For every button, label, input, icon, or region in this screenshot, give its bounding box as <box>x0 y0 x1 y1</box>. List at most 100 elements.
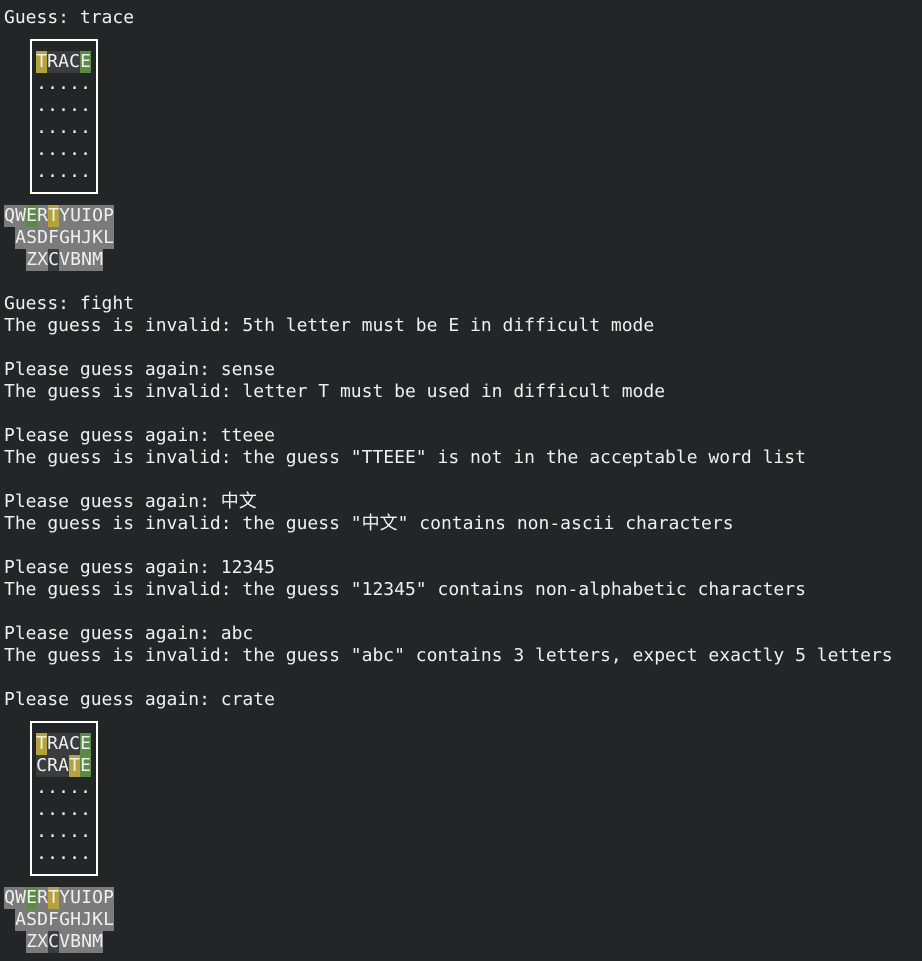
letter-tile: T <box>69 755 80 777</box>
empty-cell: . <box>58 843 69 864</box>
keyboard-key-q: Q <box>4 887 15 909</box>
prompt-line: Please guess again: 中文 <box>4 491 257 512</box>
error-line: The guess is invalid: the guess "中文" con… <box>4 513 734 534</box>
keyboard-key-t: T <box>48 887 59 909</box>
empty-cell: . <box>47 117 58 138</box>
empty-cell: . <box>47 139 58 160</box>
empty-cell: . <box>58 161 69 182</box>
keyboard-key-q: Q <box>4 205 15 227</box>
letter-tile: T <box>36 733 47 755</box>
keyboard-key-z: Z <box>26 931 37 953</box>
letter-tile: A <box>58 51 69 73</box>
empty-cell: . <box>69 95 80 116</box>
board-row: CRATE <box>36 755 91 777</box>
keyboard-key-k: K <box>92 227 103 249</box>
prompt-line: Please guess again: sense <box>4 359 275 380</box>
wordle-board: TRACE CRATE ..... ..... ..... ..... <box>30 721 98 876</box>
guess-line: Guess: fight <box>4 293 135 314</box>
empty-cell: . <box>69 161 80 182</box>
empty-cell: . <box>80 161 91 182</box>
keyboard-key-u: U <box>70 887 81 909</box>
keyboard-row: QWERTYUIOP <box>4 205 114 227</box>
keyboard-key-g: G <box>59 227 70 249</box>
empty-cell: . <box>47 73 58 94</box>
keyboard-key-k: K <box>92 909 103 931</box>
letter-tile: A <box>58 755 69 777</box>
wordle-board: TRACE ..... ..... ..... ..... ..... <box>30 39 98 194</box>
error-line: The guess is invalid: the guess "TTEEE" … <box>4 447 806 468</box>
keyboard-key-h: H <box>70 227 81 249</box>
keyboard-key-n: N <box>81 931 92 953</box>
empty-cell: . <box>80 821 91 842</box>
letter-tile: A <box>58 733 69 755</box>
empty-cell: . <box>58 799 69 820</box>
keyboard-key-d: D <box>37 909 48 931</box>
keyboard-key-x: X <box>37 249 48 271</box>
board-row: ..... <box>36 95 91 117</box>
board-row: ..... <box>36 139 91 161</box>
letter-tile: E <box>80 755 91 777</box>
keyboard-key-i: I <box>81 887 92 909</box>
empty-cell: . <box>80 139 91 160</box>
keyboard-key-r: R <box>37 205 48 227</box>
empty-cell: . <box>69 73 80 94</box>
keyboard-key-z: Z <box>26 249 37 271</box>
empty-cell: . <box>47 161 58 182</box>
keyboard-key-v: V <box>59 249 70 271</box>
empty-cell: . <box>80 95 91 116</box>
keyboard-key-l: L <box>103 227 114 249</box>
keyboard-key-s: S <box>26 227 37 249</box>
prompt-line: Please guess again: crate <box>4 689 275 710</box>
keyboard-key-l: L <box>103 909 114 931</box>
empty-cell: . <box>69 799 80 820</box>
guess-line: Guess: trace <box>4 7 135 28</box>
board-row: TRACE <box>36 51 91 73</box>
error-line: The guess is invalid: 5th letter must be… <box>4 315 655 336</box>
error-line: The guess is invalid: the guess "12345" … <box>4 579 806 600</box>
empty-cell: . <box>80 777 91 798</box>
board-row: ..... <box>36 73 91 95</box>
empty-cell: . <box>69 821 80 842</box>
letter-tile: R <box>47 755 58 777</box>
empty-cell: . <box>36 161 47 182</box>
keyboard-key-v: V <box>59 931 70 953</box>
keyboard-key-i: I <box>81 205 92 227</box>
empty-cell: . <box>80 799 91 820</box>
keyboard-key-y: Y <box>59 205 70 227</box>
keyboard-key-w: W <box>15 205 26 227</box>
keyboard-row: ZXCVBNM <box>26 931 103 953</box>
keyboard-key-s: S <box>26 909 37 931</box>
error-line: The guess is invalid: the guess "abc" co… <box>4 645 893 666</box>
board-row: ..... <box>36 843 91 865</box>
letter-tile: E <box>80 51 91 73</box>
keyboard-key-g: G <box>59 909 70 931</box>
prompt-line: Please guess again: tteee <box>4 425 275 446</box>
letter-tile: T <box>36 51 47 73</box>
letter-tile: C <box>69 51 80 73</box>
empty-cell: . <box>58 777 69 798</box>
empty-cell: . <box>47 95 58 116</box>
keyboard-key-e: E <box>26 887 37 909</box>
empty-cell: . <box>36 777 47 798</box>
empty-cell: . <box>58 95 69 116</box>
prompt-line: Please guess again: abc <box>4 623 254 644</box>
empty-cell: . <box>80 843 91 864</box>
keyboard-key-u: U <box>70 205 81 227</box>
empty-cell: . <box>47 799 58 820</box>
keyboard-key-c: C <box>48 931 59 953</box>
empty-cell: . <box>69 777 80 798</box>
empty-cell: . <box>47 821 58 842</box>
empty-cell: . <box>80 117 91 138</box>
keyboard-key-p: P <box>103 205 114 227</box>
board-row: TRACE <box>36 733 91 755</box>
letter-tile: R <box>47 733 58 755</box>
keyboard-key-x: X <box>37 931 48 953</box>
empty-cell: . <box>47 843 58 864</box>
keyboard-key-f: F <box>48 227 59 249</box>
empty-cell: . <box>36 799 47 820</box>
keyboard-key-a: A <box>15 227 26 249</box>
empty-cell: . <box>47 777 58 798</box>
keyboard-row: ZXCVBNM <box>26 249 103 271</box>
keyboard-key-t: T <box>48 205 59 227</box>
empty-cell: . <box>36 843 47 864</box>
